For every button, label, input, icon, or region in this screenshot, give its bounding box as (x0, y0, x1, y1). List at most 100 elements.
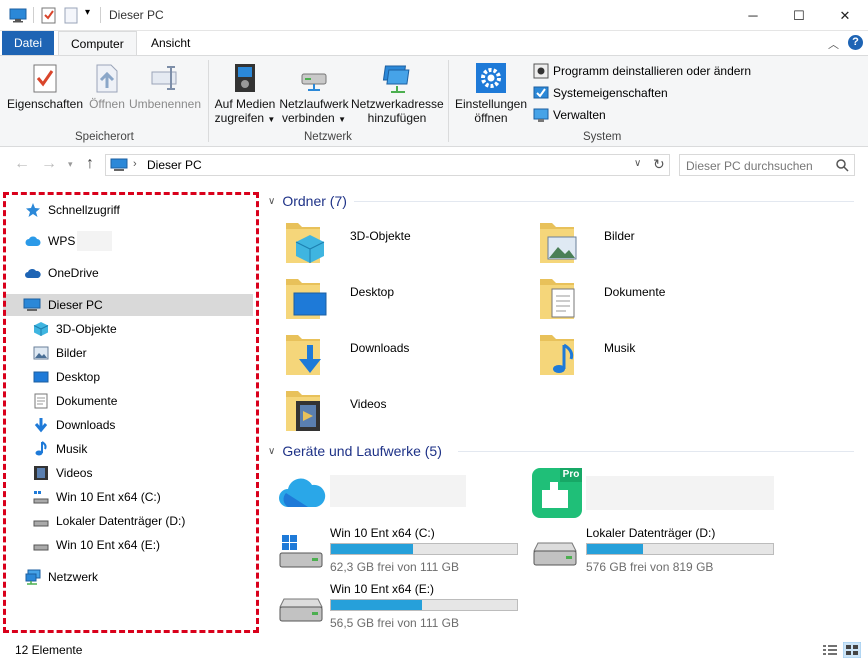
rename-button[interactable]: Umbenennen (128, 62, 202, 111)
folder-desktop[interactable]: Desktop (284, 275, 524, 323)
map-drive-label-2: verbinden (282, 111, 335, 125)
sidebar-item-label: Bilder (56, 346, 87, 360)
close-button[interactable]: ✕ (822, 0, 868, 31)
open-button[interactable]: Öffnen (85, 62, 129, 111)
folder-dokumente[interactable]: Dokumente (538, 275, 778, 323)
sidebar-item-drive-c[interactable]: Win 10 Ent x64 (C:) (3, 486, 253, 508)
properties-button[interactable]: Eigenschaften (6, 62, 84, 111)
3d-objects-icon (286, 223, 325, 263)
add-location-label: Netzwerkadresse (351, 97, 444, 111)
drive-item-d[interactable]: Lokaler Datenträger (D:) 576 GB frei von… (532, 525, 782, 575)
sidebar-item-3d-objekte[interactable]: 3D-Objekte (3, 318, 253, 340)
app-drive-item[interactable]: Pro (532, 468, 776, 518)
media-access-label: Auf Medien (214, 97, 276, 111)
sidebar-item-dieser-pc[interactable]: Dieser PC (3, 294, 253, 316)
media-icon (235, 64, 255, 92)
customize-quick-access-icon[interactable]: ▾ (85, 7, 90, 18)
system-properties-button[interactable]: Systemeigenschaften (533, 83, 668, 103)
details-view-icon[interactable] (822, 643, 838, 657)
collapse-icon: ∨ (268, 195, 276, 207)
sidebar-item-label: Lokaler Datenträger (D:) (56, 514, 186, 528)
section-divider (354, 201, 854, 202)
minimize-button[interactable]: ─ (730, 0, 776, 31)
folder-3d-objekte[interactable]: 3D-Objekte (284, 219, 524, 267)
manage-label: Verwalten (553, 108, 606, 122)
sidebar-item-videos[interactable]: Videos (3, 462, 253, 484)
drive-name: Win 10 Ent x64 (E:) (330, 582, 435, 596)
documents-icon (34, 393, 48, 409)
tab-datei[interactable]: Datei (2, 31, 55, 55)
drive-usage-fill (331, 600, 423, 610)
sidebar-item-drive-e[interactable]: Win 10 Ent x64 (E:) (3, 534, 253, 556)
drive-usage-bar (330, 543, 518, 555)
folder-label: Videos (350, 397, 387, 411)
properties-icon (33, 64, 57, 93)
content-pane: ∨ Ordner (7) 3D-Objekte Bilder Desktop D… (262, 183, 868, 638)
sidebar-item-onedrive[interactable]: OneDrive (3, 262, 253, 284)
sidebar-item-label: Win 10 Ent x64 (E:) (56, 538, 161, 552)
section-header-drives[interactable]: ∨ Geräte und Laufwerke (5) (268, 443, 442, 459)
network-location-icon (382, 65, 410, 93)
desktop-icon (286, 279, 327, 319)
sidebar-item-musik[interactable]: Musik (3, 438, 253, 460)
cloud-drive-item[interactable] (278, 473, 468, 513)
network-icon (25, 569, 41, 585)
tab-computer[interactable]: Computer (58, 31, 137, 55)
address-bar[interactable]: › Dieser PC ∨ ↻ (105, 154, 670, 176)
sidebar-item-schnellzugriff[interactable]: Schnellzugriff (3, 199, 253, 221)
refresh-icon[interactable]: ↻ (653, 156, 665, 173)
folder-bilder[interactable]: Bilder (538, 219, 778, 267)
folder-label: Dokumente (604, 285, 666, 299)
manage-button[interactable]: Verwalten (533, 105, 606, 125)
breadcrumb-chevron-icon[interactable]: › (133, 158, 137, 170)
properties-quick-icon[interactable] (41, 7, 57, 24)
drive-name: Win 10 Ent x64 (C:) (330, 526, 435, 540)
sidebar-item-downloads[interactable]: Downloads (3, 414, 253, 436)
sidebar-item-drive-d[interactable]: Lokaler Datenträger (D:) (3, 510, 253, 532)
sidebar-item-desktop[interactable]: Desktop (3, 366, 253, 388)
open-icon (96, 64, 118, 93)
add-network-location-button[interactable]: Netzwerkadresse hinzufügen (351, 62, 444, 125)
address-row: ← → ▾ ↑ › Dieser PC ∨ ↻ Dieser PC durchs… (0, 147, 868, 183)
recent-locations-icon[interactable]: ▾ (68, 159, 73, 170)
manage-icon (533, 108, 549, 122)
forward-icon[interactable]: → (41, 155, 57, 173)
ribbon: Eigenschaften Öffnen Umbenennen Speicher… (0, 55, 868, 147)
sidebar-item-bilder[interactable]: Bilder (3, 342, 253, 364)
drive-icon (33, 544, 49, 551)
breadcrumb-current[interactable]: Dieser PC (147, 158, 202, 172)
address-dropdown-icon[interactable]: ∨ (634, 158, 641, 169)
new-folder-quick-icon[interactable] (64, 7, 78, 24)
back-icon[interactable]: ← (14, 155, 30, 173)
sidebar-item-netzwerk[interactable]: Netzwerk (3, 566, 253, 588)
sidebar-item-wps[interactable]: WPS (3, 230, 253, 252)
downloads-icon (34, 418, 48, 433)
media-access-button[interactable]: Auf Medien zugreifen ▼ (213, 62, 277, 127)
section-header-folders[interactable]: ∨ Ordner (7) (268, 193, 347, 209)
drive-item-c[interactable]: Win 10 Ent x64 (C:) 62,3 GB frei von 111… (278, 525, 528, 575)
drive-item-e[interactable]: Win 10 Ent x64 (E:) 56,5 GB frei von 111… (278, 581, 528, 631)
folder-downloads[interactable]: Downloads (284, 331, 524, 379)
properties-label: Eigenschaften (6, 97, 84, 111)
open-settings-button[interactable]: Einstellungen öffnen (453, 62, 529, 125)
desktop-icon (33, 371, 49, 383)
sidebar-item-dokumente[interactable]: Dokumente (3, 390, 253, 412)
item-count: 12 Elemente (15, 643, 83, 657)
help-icon[interactable]: ? (848, 35, 863, 50)
drive-usage-fill (587, 544, 643, 554)
collapse-ribbon-icon[interactable]: ︿ (828, 36, 839, 52)
media-access-label-2: zugreifen (214, 111, 265, 125)
group-separator (208, 60, 209, 142)
maximize-button[interactable]: ☐ (776, 0, 822, 31)
system-properties-label: Systemeigenschaften (553, 86, 668, 100)
tab-ansicht[interactable]: Ansicht (139, 31, 202, 55)
folder-musik[interactable]: Musik (538, 331, 778, 379)
search-input[interactable]: Dieser PC durchsuchen (679, 154, 855, 176)
sidebar-item-label: Netzwerk (48, 570, 99, 584)
cloud-icon (25, 236, 41, 246)
large-icons-view-icon[interactable] (843, 642, 861, 658)
up-icon[interactable]: ↑ (86, 155, 94, 173)
uninstall-program-button[interactable]: Programm deinstallieren oder ändern (533, 61, 751, 81)
map-network-drive-button[interactable]: Netzlaufwerk verbinden ▼ (278, 62, 350, 127)
folder-videos[interactable]: Videos (284, 387, 524, 435)
